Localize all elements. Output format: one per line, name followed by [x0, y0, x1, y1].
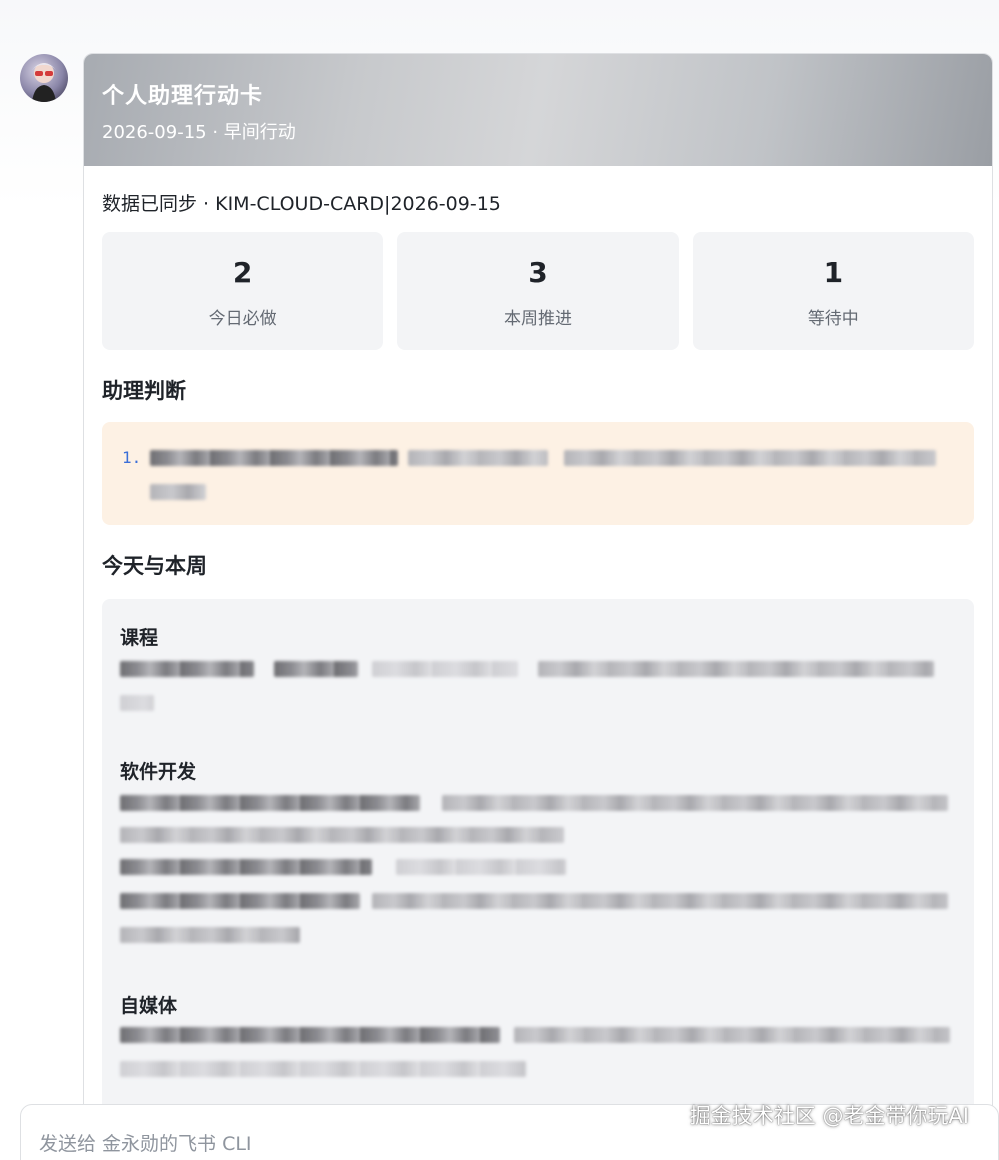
card-title: 个人助理行动卡 — [102, 84, 264, 109]
blurred-text — [442, 795, 948, 811]
blurred-text — [120, 927, 300, 943]
stat-week-progress: 3 本周推进 — [397, 232, 679, 350]
sync-status: 数据已同步 · KIM-CLOUD-CARD|2026-09-15 — [102, 193, 501, 215]
blurred-text — [514, 1027, 950, 1043]
stat-label: 等待中 — [807, 309, 859, 329]
judgement-section-title: 助理判断 — [102, 379, 186, 403]
stats-row: 2 今日必做 3 本周推进 1 等待中 — [102, 232, 974, 350]
watermark: 掘金技术社区 @老金带你玩AI — [689, 1104, 969, 1128]
blurred-text — [120, 695, 154, 711]
judgement-box: 1. — [102, 422, 974, 525]
stat-today-must-do: 2 今日必做 — [102, 232, 384, 350]
group-title-software: 软件开发 — [120, 761, 197, 783]
blurred-text — [120, 661, 254, 677]
assistant-action-card: 个人助理行动卡 2026-09-15 · 早间行动 数据已同步 · KIM-CL… — [83, 53, 993, 1115]
blurred-text — [538, 661, 934, 677]
card-header: 个人助理行动卡 2026-09-15 · 早间行动 — [84, 54, 992, 166]
blurred-text — [372, 893, 948, 909]
stat-value: 1 — [823, 256, 844, 289]
stat-value: 3 — [528, 256, 548, 289]
list-number: 1. — [122, 448, 142, 467]
stat-label: 今日必做 — [208, 309, 277, 329]
bot-avatar[interactable] — [20, 54, 68, 102]
blurred-text — [564, 450, 936, 466]
blurred-text — [120, 1027, 500, 1043]
blurred-text — [120, 795, 420, 811]
blurred-text — [120, 859, 372, 875]
stat-waiting: 1 等待中 — [692, 232, 974, 350]
stat-value: 2 — [232, 256, 253, 289]
blurred-text — [150, 450, 398, 466]
weekly-panel: 课程 软件开发 自媒体 — [102, 599, 974, 1114]
weekly-section-title: 今天与本周 — [102, 554, 207, 578]
blurred-text — [150, 484, 206, 500]
blurred-text — [408, 450, 548, 466]
blurred-text — [120, 893, 360, 909]
input-placeholder: 发送给 金永勋的飞书 CLI — [39, 1133, 252, 1155]
stat-label: 本周推进 — [503, 309, 572, 329]
blurred-text — [396, 859, 566, 875]
chat-page: 个人助理行动卡 2026-09-15 · 早间行动 数据已同步 · KIM-CL… — [0, 0, 999, 1160]
blurred-text — [120, 1061, 526, 1077]
card-subtitle: 2026-09-15 · 早间行动 — [102, 122, 296, 143]
group-title-course: 课程 — [120, 627, 159, 649]
blurred-text — [274, 661, 358, 677]
blurred-text — [372, 661, 518, 677]
card-body: 数据已同步 · KIM-CLOUD-CARD|2026-09-15 2 今日必做… — [84, 190, 992, 1114]
blurred-text — [120, 827, 564, 843]
group-title-media: 自媒体 — [120, 995, 178, 1017]
